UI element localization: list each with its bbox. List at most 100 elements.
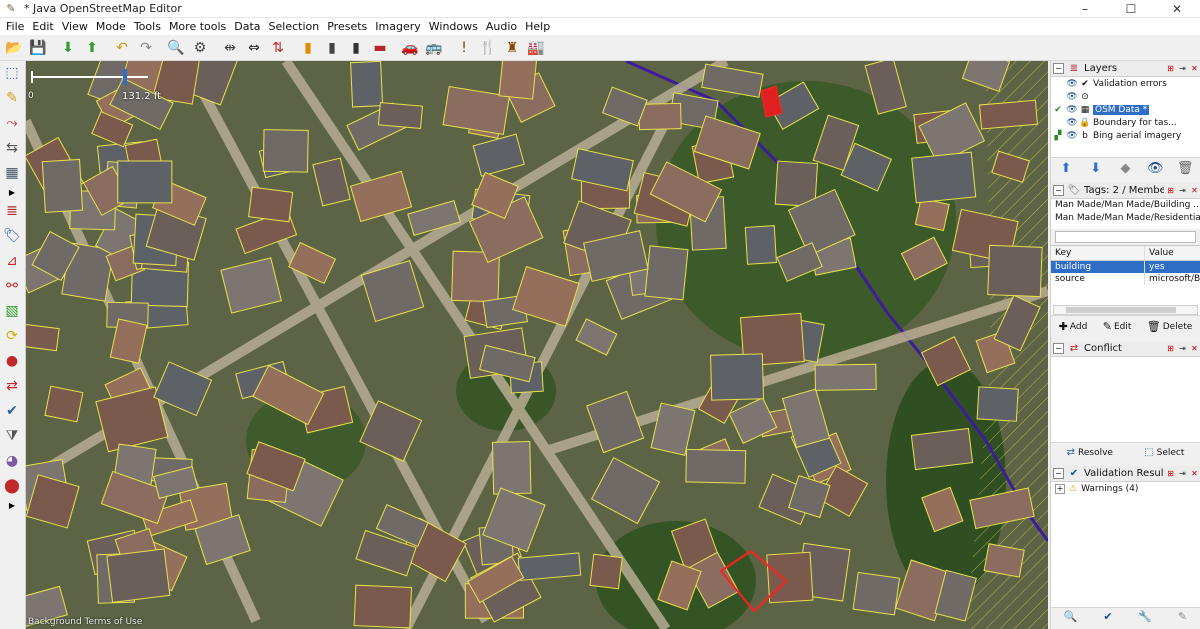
signal-icon[interactable]: ▮ xyxy=(345,37,367,59)
eye-icon[interactable]: 👁 xyxy=(1065,118,1079,128)
menu-data[interactable]: Data xyxy=(230,18,264,35)
building-footprint[interactable] xyxy=(491,441,532,495)
restaurant-icon[interactable]: 🍴 xyxy=(477,37,499,59)
style-icon[interactable]: ◕ xyxy=(0,449,24,473)
eye-icon[interactable]: 👁 xyxy=(1065,79,1079,89)
panel-pin-icon[interactable]: ⇥ xyxy=(1177,185,1188,196)
warnings-node[interactable]: + ⚠ Warnings (4) xyxy=(1051,482,1200,496)
tag-search-input[interactable] xyxy=(1055,231,1196,243)
building-footprint[interactable] xyxy=(44,385,84,423)
building-footprint[interactable] xyxy=(498,61,538,100)
upload-icon[interactable]: ⬆ xyxy=(81,37,103,59)
more-tools-icon[interactable]: ▶ xyxy=(0,186,24,198)
measure-icon[interactable]: ⊿ xyxy=(0,249,24,273)
add-tag-button[interactable]: ✚ Add xyxy=(1059,320,1088,333)
collapse-icon[interactable]: − xyxy=(1053,468,1064,479)
merge-icon[interactable]: ◆ xyxy=(1113,161,1137,176)
validate-icon[interactable]: ✔ xyxy=(1103,610,1112,623)
layers-toggle-icon[interactable]: ≣ xyxy=(0,199,24,223)
menu-file[interactable]: File xyxy=(2,18,28,35)
panel-pin-icon[interactable]: ⇥ xyxy=(1177,343,1188,354)
building-footprint[interactable] xyxy=(117,160,173,204)
save-icon[interactable]: 💾 xyxy=(27,37,49,59)
tag-toggle-icon[interactable]: 🏷 xyxy=(0,224,24,248)
move-up-icon[interactable]: ⬆ xyxy=(1054,161,1078,176)
menu-more-tools[interactable]: More tools xyxy=(165,18,230,35)
collapse-icon[interactable]: − xyxy=(1053,63,1064,74)
menu-windows[interactable]: Windows xyxy=(425,18,482,35)
selected-object-2[interactable]: Man Made/Man Made/Residential Bu xyxy=(1055,212,1200,225)
building-footprint[interactable] xyxy=(852,571,901,616)
building-footprint[interactable] xyxy=(41,158,84,213)
zoom-problem-icon[interactable]: 🔍 xyxy=(1064,610,1078,623)
collapse-icon[interactable]: − xyxy=(1053,343,1064,354)
fix-icon[interactable]: 🔧 xyxy=(1138,610,1152,623)
validation-toggle-icon[interactable]: ✔ xyxy=(0,399,24,423)
tags-panel-header[interactable]: − 🏷 Tags: 2 / Membersh ⊞⇥✕ xyxy=(1051,183,1200,199)
panel-detach-icon[interactable]: ⊞ xyxy=(1165,343,1176,354)
visibility-icon[interactable]: 👁 xyxy=(1143,161,1167,176)
combine-way-icon[interactable]: ⇔ xyxy=(243,37,265,59)
building-footprint[interactable] xyxy=(638,102,682,131)
building-footprint[interactable] xyxy=(106,548,171,603)
history-icon[interactable]: ⟳ xyxy=(0,324,24,348)
redo-icon[interactable]: ↷ xyxy=(135,37,157,59)
edit-tag-button[interactable]: ✎ Edit xyxy=(1103,320,1132,333)
menu-presets[interactable]: Presets xyxy=(323,18,371,35)
table-row[interactable]: building yes xyxy=(1051,261,1200,273)
building-footprint[interactable] xyxy=(517,552,582,581)
selected-object-1[interactable]: Man Made/Man Made/Building ... xyxy=(1055,199,1200,212)
building-footprint[interactable] xyxy=(910,427,974,471)
map-paint-icon[interactable]: ▧ xyxy=(0,299,24,323)
castle-icon[interactable]: ♜ xyxy=(501,37,523,59)
location-icon[interactable]: ⬤ xyxy=(0,474,24,498)
imagery-attribution[interactable]: Background Terms of Use xyxy=(28,617,142,627)
open-icon[interactable]: 📂 xyxy=(3,37,25,59)
building-footprint[interactable] xyxy=(644,245,689,301)
map-view[interactable]: 0 131.2 ft Background Terms of Use xyxy=(26,61,1048,629)
building-footprint[interactable] xyxy=(744,225,777,265)
menu-selection[interactable]: Selection xyxy=(265,18,324,35)
building-footprint[interactable] xyxy=(350,61,384,108)
bus-icon[interactable]: 🚌 xyxy=(423,37,445,59)
menu-mode[interactable]: Mode xyxy=(92,18,130,35)
layer-row[interactable]: ▞ 👁 b Bing aerial imagery xyxy=(1051,129,1200,142)
traffic-light-icon[interactable]: ▮ xyxy=(297,37,319,59)
expand-icon[interactable]: + xyxy=(1055,484,1065,494)
eye-icon[interactable]: 👁 xyxy=(1065,131,1079,141)
preferences-icon[interactable]: ⚙ xyxy=(189,37,211,59)
draw-tool-icon[interactable]: ✎ xyxy=(0,86,24,110)
panel-detach-icon[interactable]: ⊞ xyxy=(1165,185,1176,196)
split-way-icon[interactable]: ⇹ xyxy=(219,37,241,59)
palette-icon[interactable]: ● xyxy=(0,349,24,373)
select-button[interactable]: ⬚ Select xyxy=(1144,447,1184,458)
panel-detach-icon[interactable]: ⊞ xyxy=(1165,63,1176,74)
minimize-button[interactable]: – xyxy=(1062,0,1108,18)
select-tool-icon[interactable]: ⬚ xyxy=(0,61,24,85)
table-row[interactable]: source microsoft/Buil xyxy=(1051,273,1200,285)
building-footprint[interactable] xyxy=(766,551,814,604)
undo-icon[interactable]: ↶ xyxy=(111,37,133,59)
panel-close-icon[interactable]: ✕ xyxy=(1189,343,1200,354)
building-footprint[interactable] xyxy=(589,553,623,590)
filter-icon[interactable]: ⧩ xyxy=(0,424,24,448)
panel-pin-icon[interactable]: ⇥ xyxy=(1177,63,1188,74)
road-icon[interactable]: ▮ xyxy=(321,37,343,59)
layer-row[interactable]: ✔ 👁 ▦ OSM Data * xyxy=(1051,103,1200,116)
building-footprint[interactable] xyxy=(353,584,413,629)
panel-close-icon[interactable]: ✕ xyxy=(1189,185,1200,196)
building-footprint[interactable] xyxy=(262,129,309,173)
building-footprint[interactable] xyxy=(377,101,424,129)
delete-tag-button[interactable]: 🗑 Delete xyxy=(1147,320,1193,333)
barrier-icon[interactable]: ▬ xyxy=(369,37,391,59)
parallel-way-icon[interactable]: ⇆ xyxy=(0,136,24,160)
close-button[interactable]: ✕ xyxy=(1154,0,1200,18)
key-column-header[interactable]: Key xyxy=(1051,246,1145,260)
building-footprint[interactable] xyxy=(983,543,1025,578)
download-icon[interactable]: ⬇ xyxy=(57,37,79,59)
layer-row[interactable]: 👁 🔒 Boundary for tas... xyxy=(1051,116,1200,129)
ignore-icon[interactable]: ✎ xyxy=(1178,610,1187,623)
building-footprint[interactable] xyxy=(987,244,1043,298)
menu-help[interactable]: Help xyxy=(521,18,554,35)
move-down-icon[interactable]: ⬇ xyxy=(1084,161,1108,176)
